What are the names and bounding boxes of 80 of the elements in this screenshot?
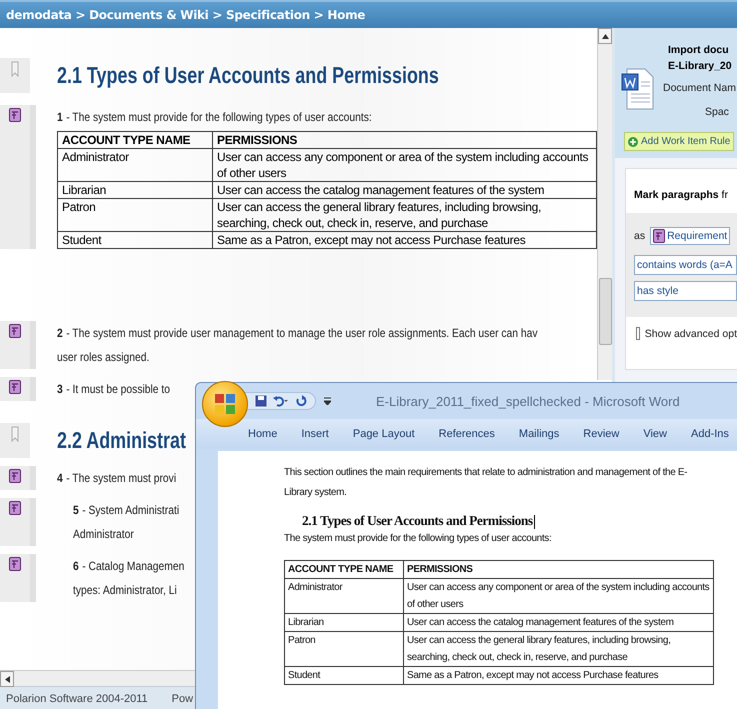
ribbon-tab[interactable]: View bbox=[631, 424, 679, 444]
import-title: Import docu E-Library_20 bbox=[668, 43, 733, 74]
redo-icon[interactable] bbox=[295, 395, 307, 407]
document-name-label: Document Nam bbox=[663, 82, 736, 94]
intro-paragraph: This section outlines the main requirements that relate to administration and management of the E-Library system. bbox=[284, 466, 688, 500]
requirement-icon bbox=[9, 108, 21, 122]
bookmark-icon bbox=[11, 426, 19, 442]
requirement-text: 5 - System Administrati bbox=[73, 502, 180, 519]
text-cursor bbox=[534, 514, 535, 529]
scroll-up-icon[interactable] bbox=[602, 34, 608, 38]
vertical-scrollbar[interactable] bbox=[597, 28, 612, 380]
horizontal-scrollbar[interactable] bbox=[0, 670, 195, 686]
checkbox-label: Show advanced opt bbox=[644, 328, 737, 340]
table-cell: Same as a Patron, except may not access Purchase features bbox=[212, 232, 596, 248]
table-cell: Administrator bbox=[284, 578, 404, 614]
checkbox[interactable] bbox=[636, 327, 640, 340]
word-document-icon bbox=[621, 68, 655, 110]
table-cell: Librarian bbox=[284, 614, 404, 632]
ribbon-tab[interactable]: Insert bbox=[289, 424, 341, 444]
table-cell: Patron bbox=[284, 632, 404, 666]
office-button[interactable] bbox=[202, 381, 248, 427]
table-cell: User can access any component or area of the system including accounts of other users bbox=[404, 578, 714, 614]
requirement-icon bbox=[9, 501, 21, 515]
table-cell: User can access the catalog management features of the system bbox=[404, 614, 714, 632]
table-cell: Same as a Patron, except may not access Purchase features bbox=[404, 666, 714, 684]
mark-paragraphs-label: Mark paragraphs fr bbox=[634, 189, 729, 201]
requirement-icon bbox=[9, 324, 21, 338]
office-logo-icon bbox=[214, 393, 236, 415]
table-cell: Student bbox=[284, 666, 404, 684]
condition-field[interactable]: has style bbox=[634, 281, 737, 301]
bookmark-icon bbox=[11, 61, 19, 77]
scroll-thumb[interactable] bbox=[599, 278, 612, 345]
column-header: ACCOUNT TYPE NAME bbox=[284, 560, 404, 578]
column-header: PERMISSIONS bbox=[404, 560, 714, 578]
ribbon-tab[interactable]: Add-Ins bbox=[679, 424, 737, 444]
column-header: PERMISSIONS bbox=[212, 132, 596, 148]
table-cell: Student bbox=[58, 232, 212, 248]
word-window-title: E-Library_2011_fixed_spellchecked - Microsoft Word bbox=[376, 394, 680, 408]
table-cell: User can access the catalog management features of the system bbox=[212, 182, 596, 198]
table-cell: Patron bbox=[58, 198, 212, 232]
add-work-item-rule-button[interactable]: Add Work Item Rule bbox=[624, 132, 734, 151]
space-label: Spac bbox=[705, 106, 730, 118]
requirement-text: Administrator bbox=[73, 526, 134, 543]
scroll-left-icon[interactable] bbox=[4, 676, 10, 682]
ribbon-tab[interactable]: Mailings bbox=[506, 424, 572, 444]
save-icon[interactable] bbox=[255, 395, 267, 407]
requirement-icon bbox=[9, 380, 21, 394]
requirement-text: 6 - Catalog Managemen bbox=[73, 558, 184, 575]
copyright-text: Polarion Software 2004-2011 bbox=[6, 692, 148, 704]
ribbon-tab[interactable]: Page Layout bbox=[340, 424, 427, 444]
plus-icon bbox=[628, 136, 638, 146]
requirement-text: types: Administrator, Li bbox=[73, 582, 177, 599]
requirement-text: 3 - It must be possible to bbox=[57, 381, 170, 398]
table-cell: Librarian bbox=[58, 182, 212, 198]
section-heading: 2.2 Administrat bbox=[57, 427, 186, 454]
body-text: The system must provide for the following types of user accounts: bbox=[284, 533, 552, 544]
table-cell: User can access any component or area of the system including accounts of other users bbox=[212, 148, 596, 182]
section-heading: 2.1 Types of User Accounts and Permissions bbox=[302, 513, 536, 529]
requirement-icon bbox=[9, 557, 21, 571]
as-label: as bbox=[634, 230, 646, 242]
ribbon-tab[interactable]: Home bbox=[236, 424, 290, 444]
requirement-text: 2 - The system must provide user management to manage the user role assignments. Each user can hav bbox=[57, 325, 538, 342]
powered-by-text: Pow bbox=[172, 692, 194, 704]
ribbon-tab[interactable]: Review bbox=[571, 424, 632, 444]
customize-toolbar-icon[interactable] bbox=[324, 397, 331, 405]
requirement-text: user roles assigned. bbox=[57, 349, 150, 366]
requirement-icon bbox=[653, 229, 666, 243]
ribbon-tab[interactable]: References bbox=[426, 424, 507, 444]
type-dropdown[interactable]: Requirement bbox=[650, 227, 730, 245]
condition-field[interactable]: contains words (a=A bbox=[634, 255, 737, 275]
column-header: ACCOUNT TYPE NAME bbox=[58, 132, 212, 148]
section-heading: 2.1 Types of User Accounts and Permissions bbox=[57, 62, 439, 89]
table-cell: User can access the general library features, including browsing, searching, check out, check in, reserve, and purchase bbox=[212, 198, 596, 232]
breadcrumb[interactable]: demodata > Documents & Wiki > Specification > Home bbox=[0, 0, 737, 28]
table-cell: Administrator bbox=[58, 148, 212, 182]
requirement-text: 1 - The system must provide for the following types of user accounts: bbox=[57, 109, 372, 126]
undo-icon[interactable] bbox=[273, 395, 289, 407]
requirement-icon bbox=[9, 469, 21, 483]
table-cell: User can access the general library features, including browsing, searching, check out, check in, reserve, and purchase bbox=[404, 632, 714, 666]
requirement-text: 4 - The system must provi bbox=[57, 470, 176, 487]
